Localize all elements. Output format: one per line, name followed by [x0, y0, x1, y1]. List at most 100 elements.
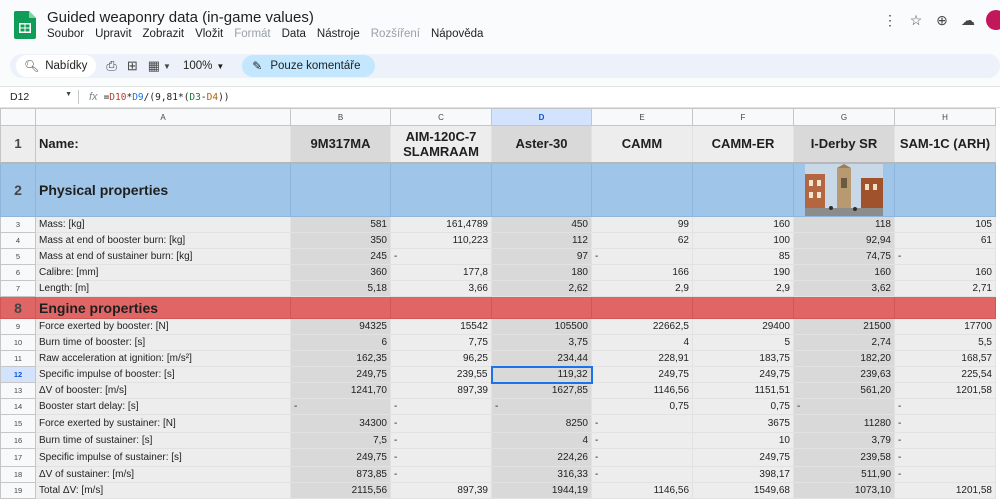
value-cell[interactable]: 2,9	[692, 280, 794, 297]
value-cell[interactable]: 97	[491, 248, 592, 265]
row-header[interactable]: 3	[0, 216, 36, 233]
value-cell[interactable]: -	[591, 248, 693, 265]
value-cell[interactable]: 29400	[692, 318, 794, 335]
value-cell[interactable]: 21500	[793, 318, 895, 335]
row-header[interactable]: 19	[0, 482, 36, 499]
section-cell[interactable]	[290, 296, 391, 319]
value-cell[interactable]: 249,75	[290, 366, 391, 383]
value-cell[interactable]: 160	[894, 264, 996, 281]
value-cell[interactable]: 168,57	[894, 350, 996, 367]
value-cell[interactable]: 160	[793, 264, 895, 281]
row-header[interactable]: 18	[0, 466, 36, 483]
value-cell[interactable]: 398,17	[692, 466, 794, 483]
row-label-cell[interactable]: Mass at end of booster burn: [kg]	[35, 232, 291, 249]
value-cell[interactable]: 897,39	[390, 382, 492, 399]
missile-name-cell[interactable]: 9M317MA	[290, 125, 391, 164]
value-cell[interactable]: 3,62	[793, 280, 895, 297]
zoom-select[interactable]: 100% ▼	[183, 60, 224, 72]
value-cell[interactable]: 182,20	[793, 350, 895, 367]
value-cell[interactable]: 561,20	[793, 382, 895, 399]
row-label-cell[interactable]: Booster start delay: [s]	[35, 398, 291, 415]
value-cell[interactable]: -	[390, 414, 492, 433]
value-cell[interactable]: 166	[591, 264, 693, 281]
value-cell[interactable]: -	[591, 448, 693, 467]
row-label-cell[interactable]: Force exerted by sustainer: [N]	[35, 414, 291, 433]
value-cell[interactable]: 0,75	[591, 398, 693, 415]
menu-item[interactable]: Upravit	[95, 28, 131, 40]
value-cell[interactable]: 450	[491, 216, 592, 233]
section-title-physical[interactable]: Physical properties	[35, 162, 291, 217]
value-cell[interactable]: 34300	[290, 414, 391, 433]
row-label-cell[interactable]: Length: [m]	[35, 280, 291, 297]
select-all-corner[interactable]	[0, 108, 36, 126]
value-cell[interactable]: 249,75	[692, 366, 794, 383]
value-cell[interactable]: 183,75	[692, 350, 794, 367]
active-cell[interactable]: 119,32	[490, 365, 593, 384]
value-cell[interactable]: 99	[591, 216, 693, 233]
section-title-engine[interactable]: Engine properties	[35, 296, 291, 319]
row-header[interactable]: 17	[0, 448, 36, 467]
value-cell[interactable]: 105500	[491, 318, 592, 335]
row-header[interactable]: 9	[0, 318, 36, 335]
value-cell[interactable]: 1241,70	[290, 382, 391, 399]
row-header[interactable]: 13	[0, 382, 36, 399]
section-cell[interactable]	[793, 162, 895, 217]
value-cell[interactable]: 1201,58	[894, 482, 996, 499]
row-header[interactable]: 11	[0, 350, 36, 367]
value-cell[interactable]: 228,91	[591, 350, 693, 367]
value-cell[interactable]: 74,75	[793, 248, 895, 265]
value-cell[interactable]: 17700	[894, 318, 996, 335]
menu-item[interactable]: Vložit	[195, 28, 223, 40]
row-label-cell[interactable]: Burn time of sustainer: [s]	[35, 432, 291, 449]
row-header[interactable]: 4	[0, 232, 36, 249]
row-header[interactable]: 1	[0, 125, 36, 164]
value-cell[interactable]: -	[894, 448, 996, 467]
value-cell[interactable]: 873,85	[290, 466, 391, 483]
section-cell[interactable]	[692, 296, 794, 319]
menu-item[interactable]: Soubor	[47, 28, 84, 40]
value-cell[interactable]: 5	[692, 334, 794, 351]
value-cell[interactable]: 1146,56	[591, 482, 693, 499]
row-header[interactable]: 16	[0, 432, 36, 449]
value-cell[interactable]: 1627,85	[491, 382, 592, 399]
value-cell[interactable]: 1073,10	[793, 482, 895, 499]
search-menus-button[interactable]: 🔍︎ Nabídky	[16, 55, 97, 77]
value-cell[interactable]: 5,5	[894, 334, 996, 351]
value-cell[interactable]: 239,55	[390, 366, 492, 383]
star-icon[interactable]: ☆	[904, 10, 928, 30]
value-cell[interactable]: 239,63	[793, 366, 895, 383]
section-cell[interactable]	[390, 296, 492, 319]
value-cell[interactable]: -	[591, 414, 693, 433]
value-cell[interactable]: 4	[491, 432, 592, 449]
row-header[interactable]: 5	[0, 248, 36, 265]
value-cell[interactable]: 4	[591, 334, 693, 351]
value-cell[interactable]: 2115,56	[290, 482, 391, 499]
value-cell[interactable]: 100	[692, 232, 794, 249]
section-cell[interactable]	[894, 296, 996, 319]
value-cell[interactable]: 2,9	[591, 280, 693, 297]
row-header[interactable]: 8	[0, 296, 36, 319]
column-header-b[interactable]: B	[290, 108, 391, 126]
value-cell[interactable]: 180	[491, 264, 592, 281]
missile-name-cell[interactable]: CAMM	[591, 125, 693, 164]
value-cell[interactable]: 1151,51	[692, 382, 794, 399]
value-cell[interactable]: 224,26	[491, 448, 592, 467]
missile-name-cell[interactable]: AIM-120C-7 SLAMRAAM	[390, 125, 492, 164]
value-cell[interactable]: 162,35	[290, 350, 391, 367]
value-cell[interactable]: 316,33	[491, 466, 592, 483]
value-cell[interactable]: 234,44	[491, 350, 592, 367]
street-photo-image[interactable]	[805, 163, 883, 216]
value-cell[interactable]: 7,5	[290, 432, 391, 449]
value-cell[interactable]: 1146,56	[591, 382, 693, 399]
value-cell[interactable]: 11280	[793, 414, 895, 433]
value-cell[interactable]: 3675	[692, 414, 794, 433]
section-cell[interactable]	[591, 296, 693, 319]
menu-item[interactable]: Rozšíření	[371, 28, 420, 40]
value-cell[interactable]: 350	[290, 232, 391, 249]
value-cell[interactable]: -	[894, 414, 996, 433]
section-cell[interactable]	[793, 296, 895, 319]
value-cell[interactable]: 239,58	[793, 448, 895, 467]
row-header[interactable]: 12	[0, 366, 36, 383]
missile-name-cell[interactable]: I-Derby SR	[793, 125, 895, 164]
more-options-icon[interactable]: ⋮	[878, 10, 902, 30]
